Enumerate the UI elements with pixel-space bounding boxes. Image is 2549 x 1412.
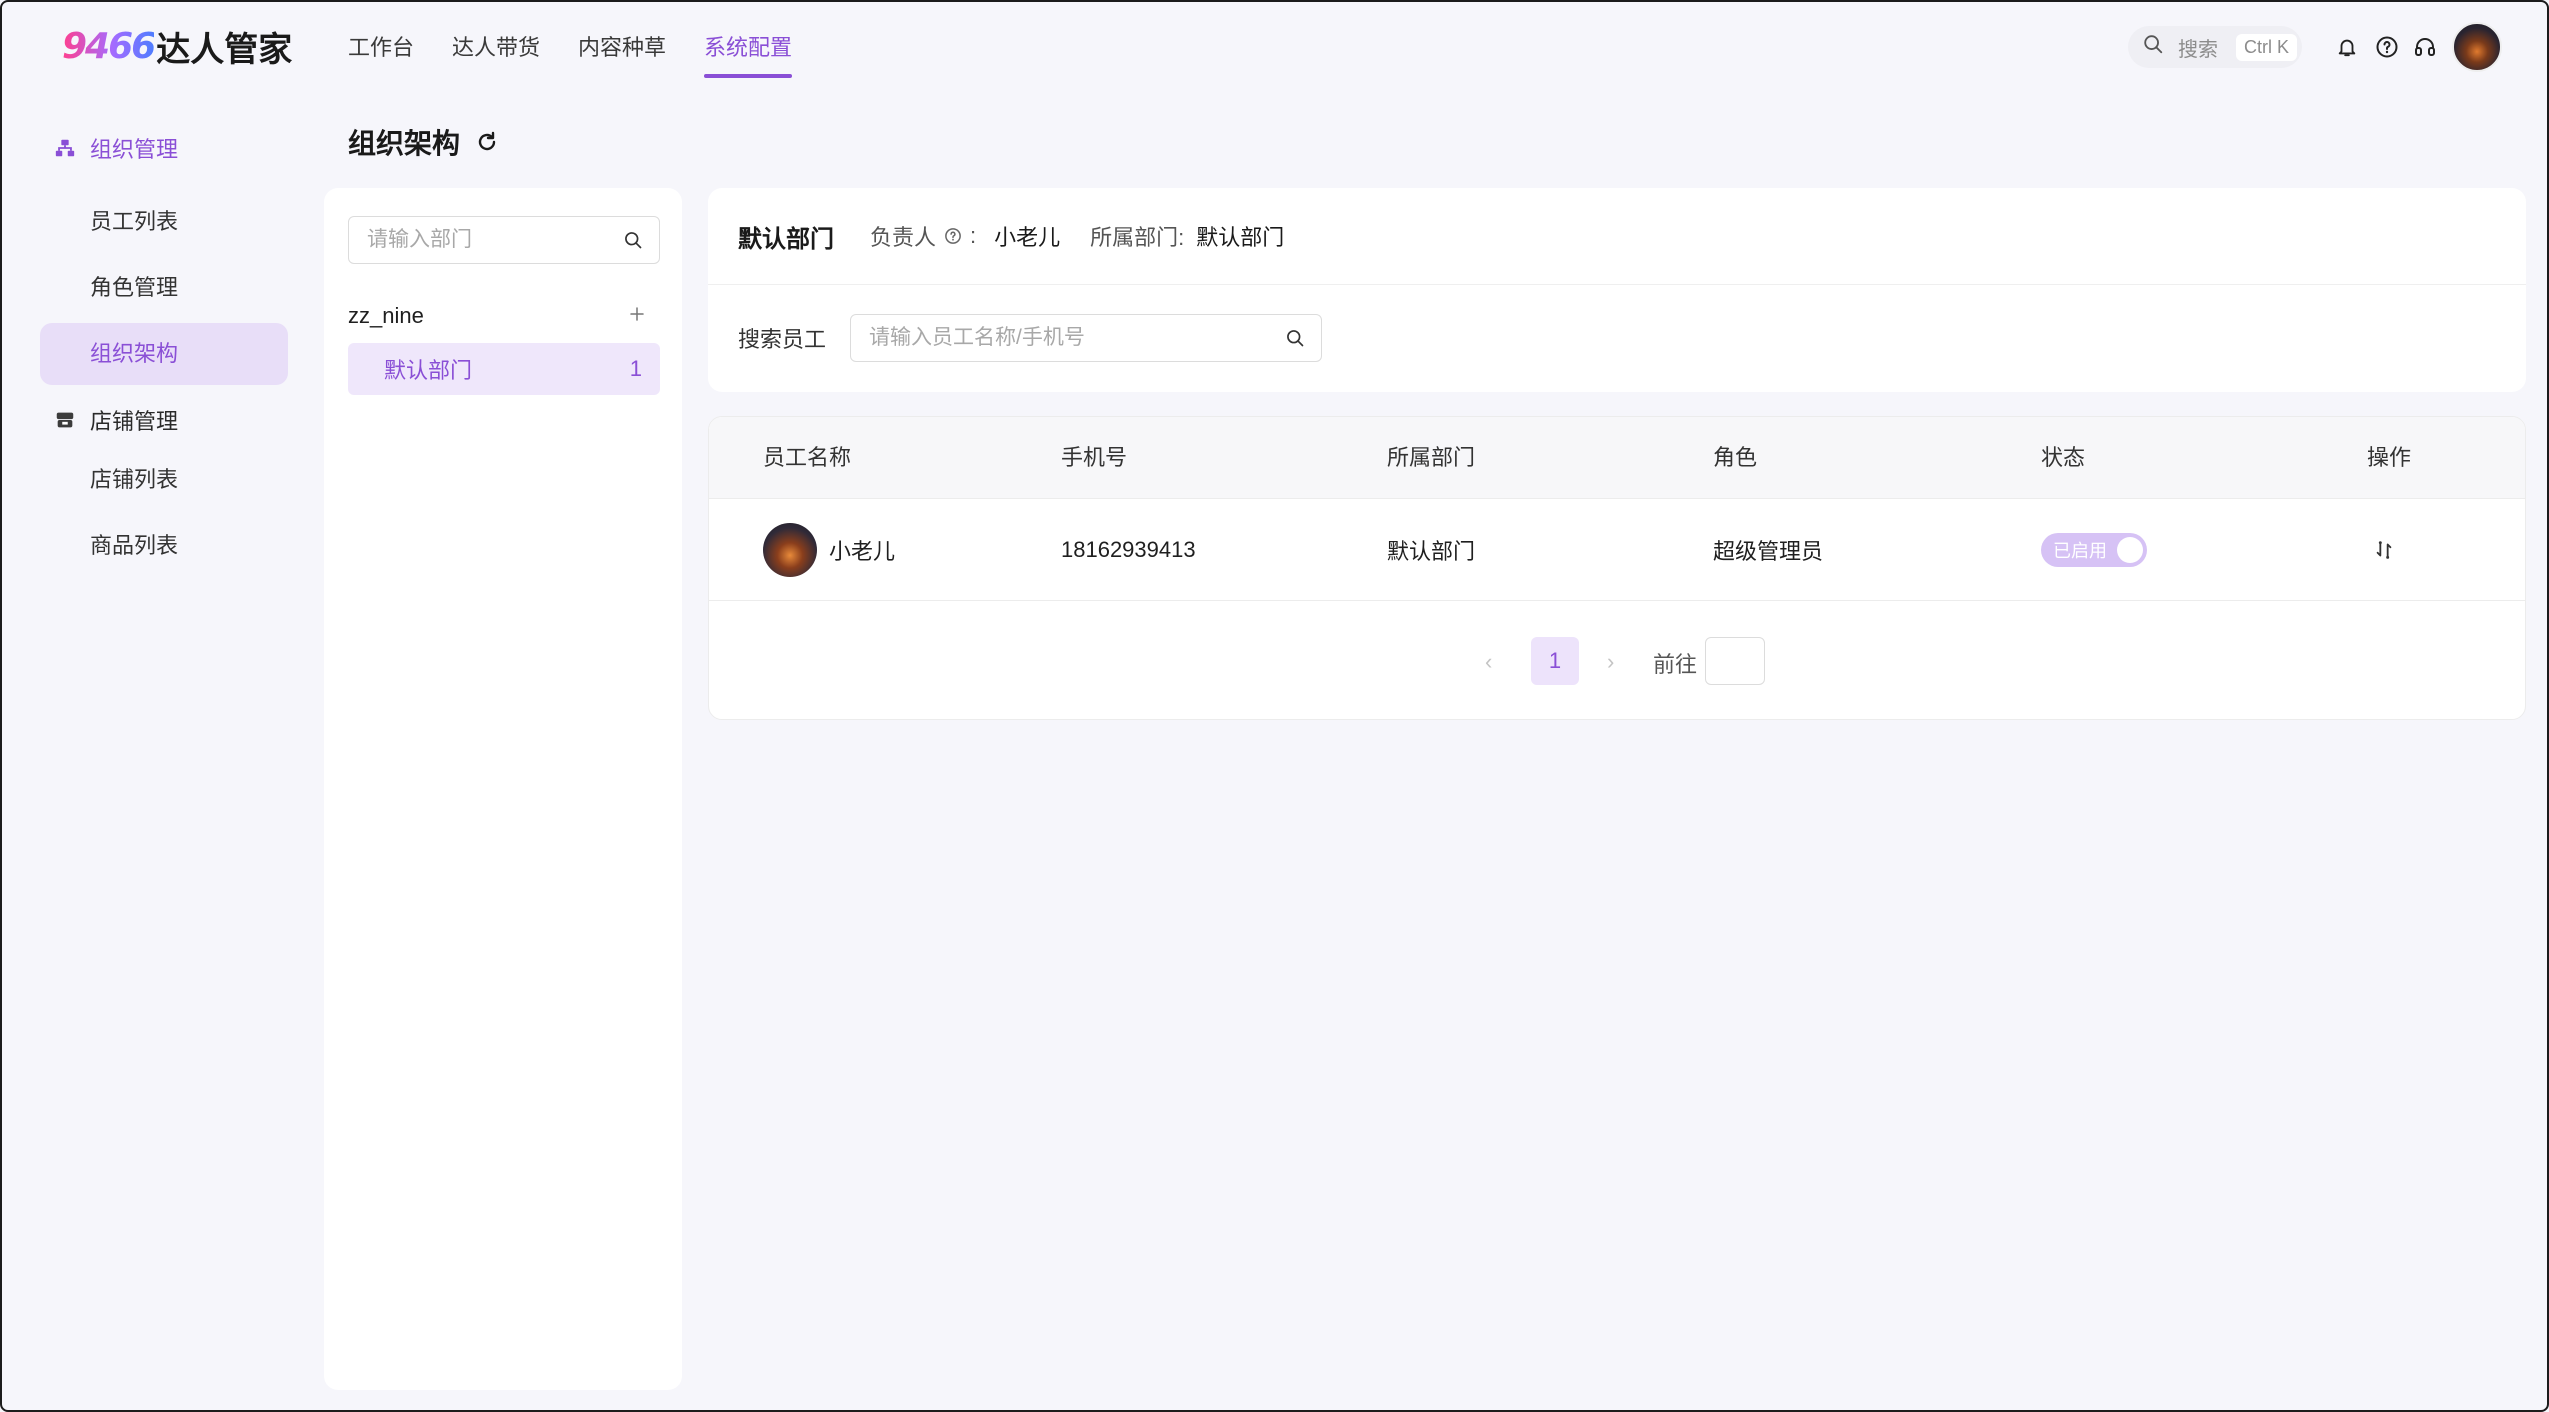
dept-info-row: 默认部门 负责人 : 小老儿 所属部门: 默认部门 <box>738 188 1314 284</box>
department-panel: zz_nine 默认部门 1 <box>324 188 682 1390</box>
col-role: 角色 <box>1713 445 1758 470</box>
owner-label: 负责人 <box>870 225 937 250</box>
dept-search-input[interactable] <box>349 228 609 252</box>
nav-influencer-sales[interactable]: 达人带货 <box>452 30 540 78</box>
org-root-node[interactable]: zz_nine <box>348 296 660 336</box>
dept-node-default[interactable]: 默认部门 1 <box>348 343 660 395</box>
employee-search-input[interactable] <box>851 326 1262 350</box>
col-department: 所属部门 <box>1387 445 1476 470</box>
headset-icon[interactable] <box>2412 34 2438 60</box>
dept-search-box <box>348 216 660 264</box>
employee-search-box <box>850 314 1323 362</box>
table-row[interactable]: 小老儿 18162939413 默认部门 超级管理员 已启用 <box>709 499 2525 601</box>
sidebar-item-product-list[interactable]: 商品列表 <box>40 515 288 577</box>
nav-system-config[interactable]: 系统配置 <box>704 30 793 78</box>
help-icon[interactable] <box>2374 34 2400 60</box>
cell-department: 默认部门 <box>1387 539 1476 564</box>
user-avatar[interactable] <box>2452 22 2502 72</box>
question-circle-icon[interactable] <box>944 227 962 245</box>
owner-value: 小老儿 <box>994 225 1061 250</box>
sidebar-group-shop-label: 店铺管理 <box>90 409 179 434</box>
logo-number: 9466 <box>62 25 156 67</box>
toggle-knob <box>2117 537 2143 563</box>
col-phone: 手机号 <box>1061 445 1128 470</box>
search-shortcut: Ctrl K <box>2236 33 2297 61</box>
belong-label: 所属部门: <box>1090 225 1185 250</box>
avatar <box>763 523 817 577</box>
cell-role: 超级管理员 <box>1713 539 1824 564</box>
cell-status: 已启用 <box>2041 499 2147 601</box>
employee-table-panel: 员工名称 手机号 所属部门 角色 状态 操作 小老儿 18162939413 默… <box>708 416 2526 720</box>
status-toggle[interactable]: 已启用 <box>2041 533 2147 567</box>
employee-search-row: 搜索员工 <box>738 314 1323 362</box>
dept-title: 默认部门 <box>738 225 834 253</box>
sidebar-item-role-management[interactable]: 角色管理 <box>40 257 288 319</box>
add-dept-icon[interactable] <box>628 303 660 329</box>
belong-value: 默认部门 <box>1196 225 1285 250</box>
pagination: ‹ 1 › 前往 <box>709 637 2525 687</box>
transfer-icon[interactable] <box>2373 539 2395 561</box>
global-search[interactable]: 搜索 Ctrl K <box>2128 26 2302 68</box>
owner-separator: : <box>970 223 977 248</box>
sidebar-group-org-label: 组织管理 <box>90 137 179 162</box>
org-root-name: zz_nine <box>348 303 424 328</box>
page-number[interactable]: 1 <box>1531 637 1579 685</box>
chevron-right-icon[interactable]: › <box>1607 649 1614 675</box>
sidebar-group-org[interactable]: 组织管理 <box>40 125 290 171</box>
divider <box>708 284 2526 285</box>
refresh-icon[interactable] <box>474 129 500 155</box>
top-header: 9466 达人管家 工作台 达人带货 内容种草 系统配置 搜索 Ctrl K <box>0 0 2549 92</box>
search-icon[interactable] <box>1285 328 1305 354</box>
department-info-panel: 默认部门 负责人 : 小老儿 所属部门: 默认部门 搜索员工 <box>708 188 2526 392</box>
sidebar: 组织管理 员工列表 角色管理 组织架构 店铺管理 店铺列表 商品列表 <box>40 125 290 577</box>
table-header: 员工名称 手机号 所属部门 角色 状态 操作 <box>709 417 2525 499</box>
cell-phone: 18162939413 <box>1061 537 1196 562</box>
app-logo[interactable]: 9466 达人管家 <box>62 22 292 70</box>
dept-node-name: 默认部门 <box>384 358 473 383</box>
status-text: 已启用 <box>2053 541 2107 561</box>
sidebar-item-employee-list[interactable]: 员工列表 <box>40 191 288 253</box>
top-nav: 工作台 达人带货 内容种草 系统配置 <box>348 30 830 78</box>
goto-label: 前往 <box>1653 652 1698 677</box>
search-icon[interactable] <box>623 230 643 256</box>
shop-icon <box>54 409 76 431</box>
sidebar-item-org-structure[interactable]: 组织架构 <box>40 323 288 385</box>
owner-label-wrap: 负责人 : <box>870 220 976 252</box>
page-title: 组织架构 <box>348 122 500 162</box>
chevron-left-icon[interactable]: ‹ <box>1485 649 1492 675</box>
nav-workbench[interactable]: 工作台 <box>348 30 414 78</box>
goto-page-input[interactable] <box>1705 637 1765 685</box>
employee-name: 小老儿 <box>829 539 896 564</box>
col-status: 状态 <box>2041 445 2086 470</box>
org-tree-icon <box>54 137 76 159</box>
cell-employee-name: 小老儿 <box>763 499 895 601</box>
col-actions: 操作 <box>2367 445 2412 470</box>
sidebar-item-shop-list[interactable]: 店铺列表 <box>40 449 288 511</box>
logo-text: 达人管家 <box>156 30 293 69</box>
cell-actions <box>2373 499 2395 601</box>
nav-content-seeding[interactable]: 内容种草 <box>578 30 666 78</box>
sidebar-group-shop[interactable]: 店铺管理 <box>40 397 290 443</box>
search-label: 搜索 <box>2178 38 2218 61</box>
dept-node-count: 1 <box>629 356 642 381</box>
employee-search-label: 搜索员工 <box>738 327 827 352</box>
search-icon <box>2142 33 2164 61</box>
col-employee-name: 员工名称 <box>763 445 852 470</box>
bell-icon[interactable] <box>2334 34 2360 60</box>
page-title-text: 组织架构 <box>348 128 461 159</box>
